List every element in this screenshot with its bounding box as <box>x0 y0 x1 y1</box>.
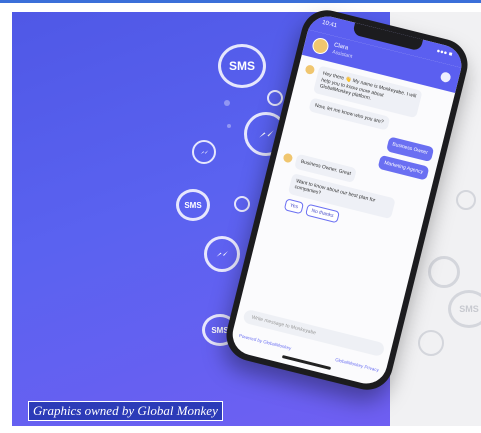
powered-by-link[interactable]: Powered by GlobalMonkey <box>238 333 291 351</box>
message-input[interactable]: Write message to Monkeyabe <box>242 308 386 358</box>
avatar <box>310 36 331 56</box>
messenger-bubble-icon <box>204 236 240 272</box>
messenger-bubble-icon <box>418 330 444 356</box>
messenger-bubble-icon <box>428 256 460 288</box>
chat-bubble-icon <box>456 190 476 210</box>
chat-bubble-icon <box>267 90 283 106</box>
sms-bubble-label: SMS <box>184 200 202 210</box>
image-credit-caption: Graphics owned by Global Monkey <box>28 401 223 421</box>
close-icon[interactable] <box>439 71 452 84</box>
sms-bubble-icon: SMS <box>218 44 266 88</box>
top-accent-line <box>0 0 481 3</box>
sms-bubble-label: SMS <box>459 304 479 314</box>
sms-bubble-label: SMS <box>228 59 255 73</box>
privacy-link[interactable]: GlobalMonkey Privacy <box>335 357 380 373</box>
quick-reply-no-button[interactable]: No thanks <box>305 203 340 223</box>
quick-reply-yes-button[interactable]: Yes <box>283 197 305 214</box>
decorative-dot <box>227 124 231 128</box>
promo-graphic: SMS SMS SMS SMS 10:41 ●●● ■ Clara Assist… <box>0 0 481 433</box>
sms-bubble-icon: SMS <box>448 290 481 328</box>
bot-avatar <box>282 152 294 164</box>
bot-avatar <box>304 64 316 76</box>
sms-bubble-icon: SMS <box>176 189 210 221</box>
chat-bubble-icon <box>234 196 250 212</box>
messenger-bubble-icon <box>192 140 216 164</box>
decorative-dot <box>224 100 230 106</box>
